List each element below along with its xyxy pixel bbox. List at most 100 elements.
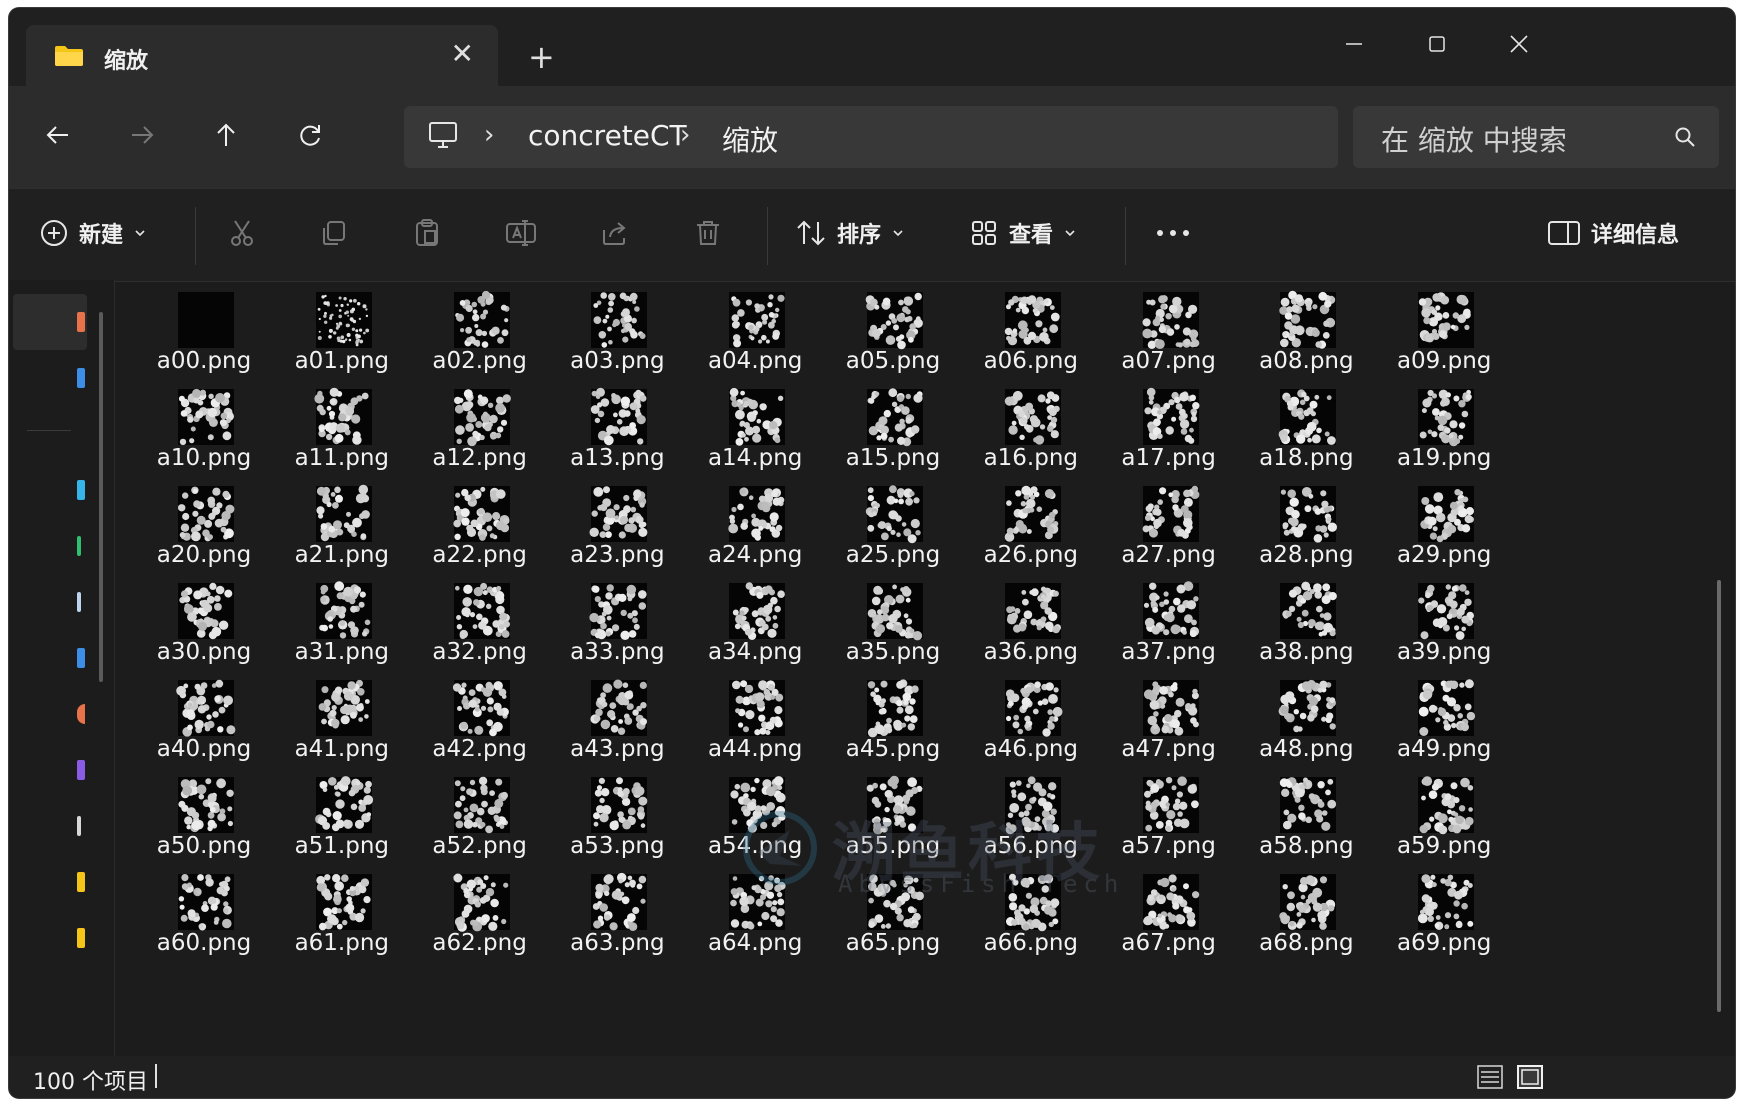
- file-item[interactable]: a49.png: [1369, 674, 1519, 774]
- copy-button[interactable]: [319, 211, 349, 255]
- file-item[interactable]: a51.png: [267, 771, 417, 871]
- view-button[interactable]: 查看: [969, 211, 1077, 255]
- chevron-right-icon[interactable]: ›: [484, 120, 494, 150]
- file-item[interactable]: a52.png: [405, 771, 555, 871]
- file-item[interactable]: a54.png: [680, 771, 830, 871]
- file-item[interactable]: a24.png: [680, 480, 830, 580]
- pictures-icon[interactable]: [77, 648, 85, 668]
- forward-button[interactable]: [117, 110, 167, 160]
- file-item[interactable]: a55.png: [818, 771, 968, 871]
- file-item[interactable]: a37.png: [1094, 577, 1244, 677]
- maximize-button[interactable]: [1417, 28, 1457, 60]
- file-item[interactable]: a30.png: [129, 577, 279, 677]
- file-item[interactable]: a27.png: [1094, 480, 1244, 580]
- file-item[interactable]: a35.png: [818, 577, 968, 677]
- large-icons-view-button[interactable]: [1515, 1062, 1545, 1092]
- file-item[interactable]: a01.png: [267, 286, 417, 386]
- close-window-button[interactable]: [1499, 28, 1539, 60]
- search-box[interactable]: 在 缩放 中搜索: [1353, 106, 1719, 168]
- file-item[interactable]: a14.png: [680, 383, 830, 483]
- search-icon[interactable]: [1673, 125, 1697, 153]
- file-item[interactable]: a38.png: [1231, 577, 1381, 677]
- file-item[interactable]: a02.png: [405, 286, 555, 386]
- breadcrumb-current-folder[interactable]: 缩放: [722, 119, 778, 159]
- cut-button[interactable]: [227, 211, 257, 255]
- details-pane-button[interactable]: 详细信息: [1547, 211, 1679, 255]
- file-item[interactable]: a28.png: [1231, 480, 1381, 580]
- file-item[interactable]: a05.png: [818, 286, 968, 386]
- file-item[interactable]: a56.png: [956, 771, 1106, 871]
- search-input[interactable]: 在 缩放 中搜索: [1381, 119, 1567, 159]
- music-icon[interactable]: [77, 704, 85, 724]
- file-item[interactable]: a00.png: [129, 286, 279, 386]
- this-pc-icon[interactable]: [428, 120, 458, 156]
- file-item[interactable]: a21.png: [267, 480, 417, 580]
- desktop-icon[interactable]: [77, 480, 85, 500]
- file-item[interactable]: a22.png: [405, 480, 555, 580]
- back-button[interactable]: [33, 110, 83, 160]
- file-item[interactable]: a29.png: [1369, 480, 1519, 580]
- file-item[interactable]: a36.png: [956, 577, 1106, 677]
- new-button[interactable]: 新建: [39, 211, 147, 255]
- file-item[interactable]: a44.png: [680, 674, 830, 774]
- folder-icon[interactable]: [77, 928, 85, 948]
- file-item[interactable]: a41.png: [267, 674, 417, 774]
- paste-button[interactable]: [412, 211, 442, 255]
- sort-button[interactable]: 排序: [795, 211, 905, 255]
- file-item[interactable]: a07.png: [1094, 286, 1244, 386]
- sidebar-scrollbar[interactable]: [99, 312, 103, 682]
- file-item[interactable]: a59.png: [1369, 771, 1519, 871]
- file-item[interactable]: a16.png: [956, 383, 1106, 483]
- home-icon[interactable]: [77, 312, 85, 332]
- file-item[interactable]: a33.png: [542, 577, 692, 677]
- file-item[interactable]: a65.png: [818, 868, 968, 968]
- file-item[interactable]: a25.png: [818, 480, 968, 580]
- file-item[interactable]: a39.png: [1369, 577, 1519, 677]
- file-item[interactable]: a06.png: [956, 286, 1106, 386]
- delete-button[interactable]: [693, 211, 723, 255]
- file-item[interactable]: a04.png: [680, 286, 830, 386]
- new-tab-button[interactable]: +: [528, 41, 555, 73]
- file-item[interactable]: a40.png: [129, 674, 279, 774]
- file-item[interactable]: a10.png: [129, 383, 279, 483]
- file-item[interactable]: a68.png: [1231, 868, 1381, 968]
- content-scrollbar[interactable]: [1717, 580, 1721, 1012]
- file-item[interactable]: a67.png: [1094, 868, 1244, 968]
- file-item[interactable]: a34.png: [680, 577, 830, 677]
- folder-icon[interactable]: [77, 872, 85, 892]
- file-item[interactable]: a60.png: [129, 868, 279, 968]
- file-item[interactable]: a61.png: [267, 868, 417, 968]
- file-item[interactable]: a50.png: [129, 771, 279, 871]
- file-item[interactable]: a17.png: [1094, 383, 1244, 483]
- minimize-button[interactable]: [1334, 28, 1374, 60]
- file-item[interactable]: a26.png: [956, 480, 1106, 580]
- file-item[interactable]: a19.png: [1369, 383, 1519, 483]
- file-item[interactable]: a57.png: [1094, 771, 1244, 871]
- breadcrumb-concretect[interactable]: concreteCT: [528, 119, 687, 152]
- downloads-icon[interactable]: [77, 536, 81, 556]
- address-bar[interactable]: › concreteCT › 缩放: [404, 106, 1338, 168]
- share-button[interactable]: [599, 211, 629, 255]
- file-item[interactable]: a18.png: [1231, 383, 1381, 483]
- file-item[interactable]: a09.png: [1369, 286, 1519, 386]
- file-item[interactable]: a13.png: [542, 383, 692, 483]
- file-item[interactable]: a11.png: [267, 383, 417, 483]
- file-item[interactable]: a08.png: [1231, 286, 1381, 386]
- file-item[interactable]: a69.png: [1369, 868, 1519, 968]
- refresh-button[interactable]: [285, 110, 335, 160]
- file-item[interactable]: a42.png: [405, 674, 555, 774]
- file-item[interactable]: a15.png: [818, 383, 968, 483]
- file-item[interactable]: a03.png: [542, 286, 692, 386]
- file-item[interactable]: a62.png: [405, 868, 555, 968]
- file-item[interactable]: a64.png: [680, 868, 830, 968]
- chevron-right-icon[interactable]: ›: [680, 120, 690, 150]
- file-item[interactable]: a32.png: [405, 577, 555, 677]
- gallery-icon[interactable]: [77, 368, 85, 388]
- file-item[interactable]: a66.png: [956, 868, 1106, 968]
- file-item[interactable]: a31.png: [267, 577, 417, 677]
- file-item[interactable]: a23.png: [542, 480, 692, 580]
- file-item[interactable]: a63.png: [542, 868, 692, 968]
- drive-icon[interactable]: [77, 816, 81, 836]
- file-item[interactable]: a53.png: [542, 771, 692, 871]
- file-item[interactable]: a20.png: [129, 480, 279, 580]
